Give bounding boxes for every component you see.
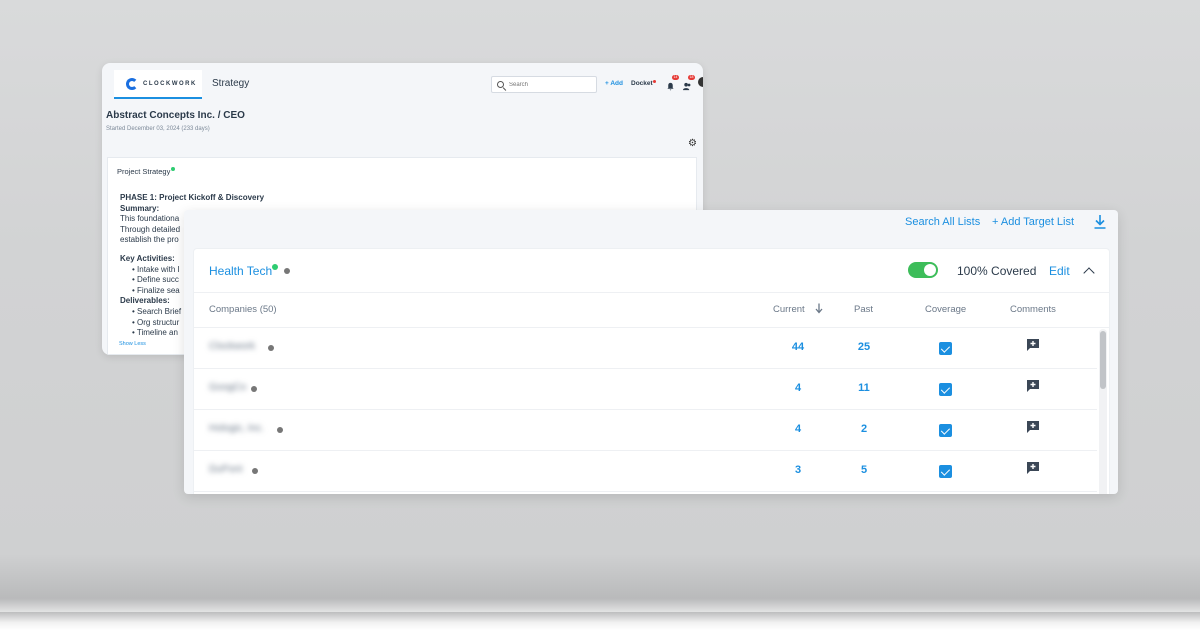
column-header-companies: Companies (50) xyxy=(209,304,277,315)
docket-indicator xyxy=(652,80,656,83)
past-count[interactable]: 11 xyxy=(844,382,884,394)
add-comment-icon[interactable] xyxy=(1026,338,1040,352)
logo-text: CLOCKWORK xyxy=(143,80,197,87)
table-row[interactable]: GoogCo 4 11 xyxy=(194,369,1097,410)
avatar[interactable] xyxy=(698,77,703,87)
table-row[interactable]: Hologic, Inc. 4 2 xyxy=(194,410,1097,451)
coverage-checkbox[interactable] xyxy=(939,424,952,437)
download-icon xyxy=(1094,215,1106,229)
company-name[interactable]: Clockwork xyxy=(209,341,255,352)
coverage-checkbox[interactable] xyxy=(939,465,952,478)
column-header-comments: Comments xyxy=(1010,304,1056,315)
search-icon xyxy=(497,81,504,88)
people-button[interactable]: 18 xyxy=(682,75,695,91)
company-dot xyxy=(277,427,283,433)
settings-button[interactable]: ⚙ xyxy=(688,139,697,149)
column-header-coverage[interactable]: Coverage xyxy=(925,304,966,315)
show-less-link[interactable]: Show Less xyxy=(119,341,146,347)
phase-title: PHASE 1: Project Kickoff & Discovery xyxy=(120,193,265,202)
add-comment-icon[interactable] xyxy=(1026,461,1040,475)
company-dot xyxy=(268,345,274,351)
page-title: Strategy xyxy=(212,78,250,89)
add-comment-icon[interactable] xyxy=(1026,420,1040,434)
current-count[interactable]: 3 xyxy=(778,464,818,476)
company-name[interactable]: GoogCo xyxy=(209,382,246,393)
coverage-checkbox[interactable] xyxy=(939,383,952,396)
scrollbar-thumb[interactable] xyxy=(1100,331,1106,389)
deliverable-text: Timeline an xyxy=(136,328,178,338)
company-dot xyxy=(251,386,257,392)
add-button[interactable]: + Add xyxy=(605,80,623,87)
list-name-text: Health Tech xyxy=(209,264,273,278)
company-name[interactable]: DuPont xyxy=(209,464,242,475)
column-header-past[interactable]: Past xyxy=(854,304,873,315)
divider xyxy=(194,292,1109,293)
company-dot xyxy=(252,468,258,474)
past-count[interactable]: 5 xyxy=(844,464,884,476)
card-title-text: Project Strategy xyxy=(117,167,171,176)
list-info-dot xyxy=(284,268,290,274)
target-lists-panel: Search All Lists + Add Target List Healt… xyxy=(184,210,1118,494)
notifications-button[interactable]: 14 xyxy=(666,75,679,91)
chevron-up-icon[interactable] xyxy=(1083,267,1095,279)
add-target-list-link[interactable]: + Add Target List xyxy=(992,216,1074,228)
card-title: Project Strategy xyxy=(117,167,176,176)
current-count[interactable]: 4 xyxy=(778,382,818,394)
column-header-current[interactable]: Current xyxy=(773,304,805,315)
search-all-lists-link[interactable]: Search All Lists xyxy=(905,216,980,228)
company-name[interactable]: Hologic, Inc. xyxy=(209,423,264,434)
logo-tab[interactable]: CLOCKWORK xyxy=(114,70,202,99)
search-input[interactable] xyxy=(509,81,589,88)
bottom-edge xyxy=(0,612,1200,630)
people-badge: 18 xyxy=(688,75,695,80)
past-count[interactable]: 2 xyxy=(844,423,884,435)
started-date: Started December 03, 2024 (233 days) xyxy=(106,126,210,132)
search-box[interactable] xyxy=(491,76,597,93)
docket-label: Docket xyxy=(631,80,653,87)
activity-text: Intake with I xyxy=(137,264,180,274)
activity-text: Define succ xyxy=(137,275,179,285)
coverage-status: 100% Covered xyxy=(957,264,1037,278)
past-count[interactable]: 25 xyxy=(844,341,884,353)
target-list-card: Health Tech 100% Covered Edit Companies … xyxy=(193,248,1110,494)
table-row[interactable]: DuPont 3 5 xyxy=(194,451,1097,492)
gear-icon: ⚙ xyxy=(688,138,697,149)
coverage-checkbox[interactable] xyxy=(939,342,952,355)
deliverable-text: Search Brief xyxy=(137,306,182,316)
status-dot xyxy=(171,167,176,171)
add-comment-icon[interactable] xyxy=(1026,379,1040,393)
download-button[interactable] xyxy=(1093,214,1107,230)
notification-badge: 14 xyxy=(672,75,679,80)
table-row[interactable]: Clockwork 44 25 xyxy=(194,328,1097,369)
deliverable-text: Org structur xyxy=(137,317,180,327)
list-name[interactable]: Health Tech xyxy=(209,264,279,278)
current-count[interactable]: 4 xyxy=(778,423,818,435)
activity-text: Finalize sea xyxy=(137,285,180,295)
coverage-toggle[interactable] xyxy=(908,262,938,278)
status-dot xyxy=(272,264,279,270)
users-icon xyxy=(682,82,691,91)
current-count[interactable]: 44 xyxy=(778,341,818,353)
sort-down-icon[interactable] xyxy=(815,303,823,314)
company-role-heading: Abstract Concepts Inc. / CEO xyxy=(106,110,245,121)
edit-button[interactable]: Edit xyxy=(1049,264,1070,278)
bell-icon xyxy=(667,82,674,91)
docket-button[interactable]: Docket xyxy=(631,80,656,87)
clockwork-logo-icon xyxy=(126,77,138,90)
top-nav: CLOCKWORK Strategy + Add Docket 14 18 xyxy=(102,63,703,101)
